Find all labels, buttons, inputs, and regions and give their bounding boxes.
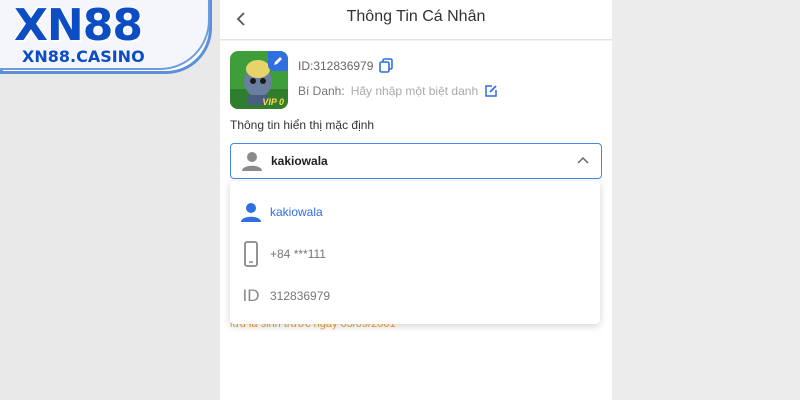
pencil-icon: [274, 57, 282, 65]
option-id[interactable]: ID 312836979: [230, 275, 600, 317]
profile-body: VIP 0 ID:312836979 Bí Danh: Hãy nhập một…: [220, 41, 612, 400]
copy-icon[interactable]: [379, 58, 394, 73]
option-phone[interactable]: +84 ***111: [230, 233, 600, 275]
option-label: kakiowala: [270, 205, 323, 219]
selected-value: kakiowala: [271, 154, 328, 168]
user-icon: [241, 203, 261, 222]
avatar[interactable]: VIP 0: [230, 51, 288, 109]
brand-logo: XN88 XN88.CASINO: [0, 0, 212, 74]
default-info-select[interactable]: kakiowala: [230, 143, 602, 179]
user-id-text: ID:312836979: [298, 58, 374, 73]
default-info-label: Thông tin hiển thị mặc định: [230, 118, 375, 132]
option-label: +84 ***111: [270, 247, 326, 261]
dropdown-menu: kakiowala +84 ***111 ID 312836979: [230, 181, 600, 324]
page-title: Thông Tin Cá Nhân: [346, 8, 486, 25]
option-username[interactable]: kakiowala: [230, 191, 600, 233]
brand-subtitle: XN88.CASINO: [22, 47, 145, 66]
user-icon: [242, 152, 262, 171]
avatar-edit-button[interactable]: [268, 51, 288, 71]
brand-name: XN88: [14, 0, 143, 51]
nickname-row: Bí Danh: Hãy nhập một biệt danh: [298, 84, 498, 98]
phone-icon: [244, 241, 258, 267]
vip-badge: VIP 0: [262, 97, 284, 107]
background-right: [612, 0, 800, 400]
header-bar: Thông Tin Cá Nhân: [220, 0, 612, 40]
option-label: 312836979: [270, 289, 331, 303]
user-id-row: ID:312836979: [298, 58, 394, 73]
nickname-placeholder[interactable]: Hãy nhập một biệt danh: [351, 84, 478, 98]
id-icon: ID: [242, 286, 260, 305]
chevron-up-icon: [577, 156, 589, 164]
edit-icon[interactable]: [484, 84, 498, 98]
nickname-label: Bí Danh:: [298, 84, 345, 98]
profile-panel: Thông Tin Cá Nhân VIP 0 ID:312836979 Bí …: [220, 0, 612, 400]
